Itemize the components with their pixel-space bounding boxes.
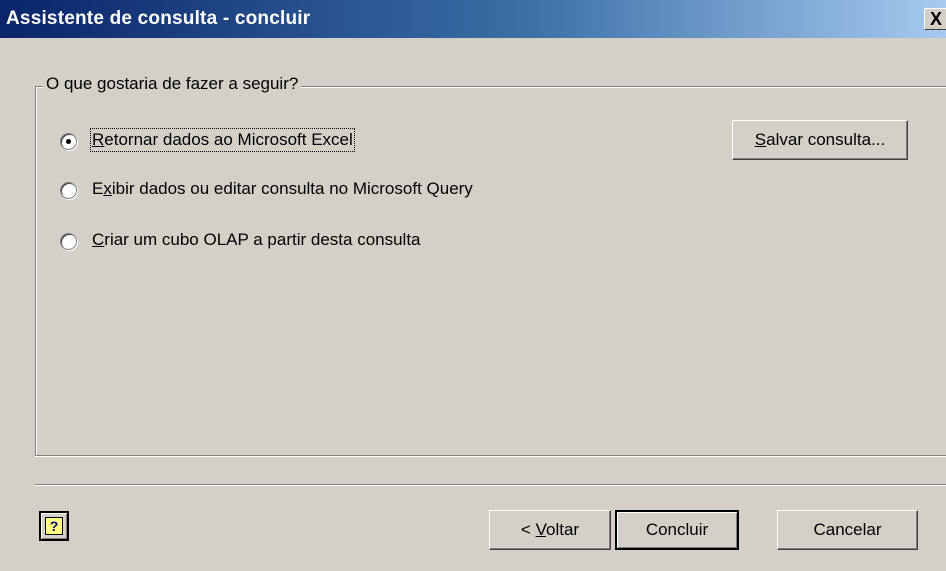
button-label: < xyxy=(520,520,536,539)
mnemonic-letter: S xyxy=(754,130,767,149)
finish-button[interactable]: Concluir xyxy=(615,510,739,550)
option-label[interactable]: Exibir dados ou editar consulta no Micro… xyxy=(92,179,473,199)
button-label: alvar consulta... xyxy=(766,130,886,149)
separator xyxy=(35,484,946,486)
back-button[interactable]: < Voltar xyxy=(489,510,611,550)
option-label[interactable]: Retornar dados ao Microsoft Excel xyxy=(90,128,355,152)
label-text: ibir dados ou editar consulta no Microso… xyxy=(111,179,473,198)
button-label: Cancelar xyxy=(813,520,882,539)
mnemonic-letter: x xyxy=(103,179,112,198)
mnemonic-letter: C xyxy=(92,230,105,249)
close-icon: X xyxy=(929,9,942,29)
label-text: riar um cubo OLAP a partir desta consult… xyxy=(104,230,421,249)
option-label[interactable]: Criar um cubo OLAP a partir desta consul… xyxy=(92,230,421,250)
help-button[interactable]: ? xyxy=(39,511,69,541)
query-wizard-dialog: Assistente de consulta - concluir X O qu… xyxy=(0,0,946,571)
label-text: etornar dados ao Microsoft Excel xyxy=(104,130,353,149)
window-title: Assistente de consulta - concluir xyxy=(6,8,311,29)
mnemonic-letter: R xyxy=(92,130,105,149)
cancel-button[interactable]: Cancelar xyxy=(777,510,918,550)
radio-view-in-query[interactable] xyxy=(60,182,77,199)
help-icon: ? xyxy=(45,517,63,535)
label-text: E xyxy=(92,179,104,198)
title-bar[interactable]: Assistente de consulta - concluir X xyxy=(0,0,946,38)
close-button[interactable]: X xyxy=(924,8,946,30)
button-label: oltar xyxy=(545,520,580,539)
groupbox-legend: O que gostaria de fazer a seguir? xyxy=(43,74,302,94)
radio-return-to-excel[interactable] xyxy=(60,133,77,150)
button-label: Concluir xyxy=(645,520,709,539)
save-query-button[interactable]: Salvar consulta... xyxy=(732,120,908,160)
radio-create-olap-cube[interactable] xyxy=(60,233,77,250)
mnemonic-letter: V xyxy=(535,520,546,539)
